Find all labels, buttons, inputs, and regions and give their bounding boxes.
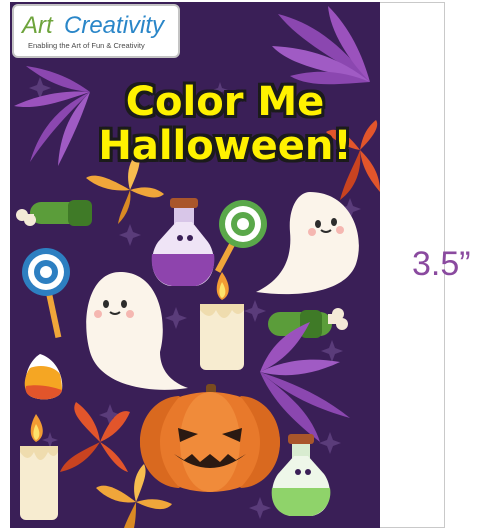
logo: Art Creativity Enabling the Art of Fun &… xyxy=(12,4,180,58)
candle-icon xyxy=(20,414,58,520)
star-icon xyxy=(249,497,271,519)
zombie-arm-icon xyxy=(16,200,92,226)
ghost-icon xyxy=(256,192,359,295)
product-image: Color Me Halloween! Art Creativity Enabl… xyxy=(0,0,490,532)
star-icon xyxy=(165,307,187,329)
cover-title: Color Me Halloween! xyxy=(70,80,380,168)
pumpkin-icon xyxy=(140,384,280,492)
potion-icon xyxy=(271,434,331,516)
lollipop-icon xyxy=(215,200,267,273)
logo-tagline: Enabling the Art of Fun & Creativity xyxy=(28,41,145,50)
leaf-icon xyxy=(60,402,130,472)
leaf-icon xyxy=(272,6,370,85)
lollipop-icon xyxy=(22,248,70,339)
star-icon xyxy=(42,432,58,448)
star-icon xyxy=(321,340,343,362)
logo-art-text: Art xyxy=(22,12,53,39)
potion-icon xyxy=(151,198,215,286)
title-line-2: Halloween! xyxy=(98,123,352,169)
book-cover: Color Me Halloween! xyxy=(10,2,380,528)
ghost-icon xyxy=(86,272,188,390)
star-icon xyxy=(244,300,266,322)
title-line-1: Color Me xyxy=(125,79,325,125)
dimension-label: 3.5” xyxy=(412,245,471,283)
candy-corn-icon xyxy=(24,354,63,400)
star-icon xyxy=(119,224,141,246)
logo-creativity-text: Creativity xyxy=(64,12,165,39)
star-icon xyxy=(319,432,341,454)
candle-icon xyxy=(200,272,244,370)
